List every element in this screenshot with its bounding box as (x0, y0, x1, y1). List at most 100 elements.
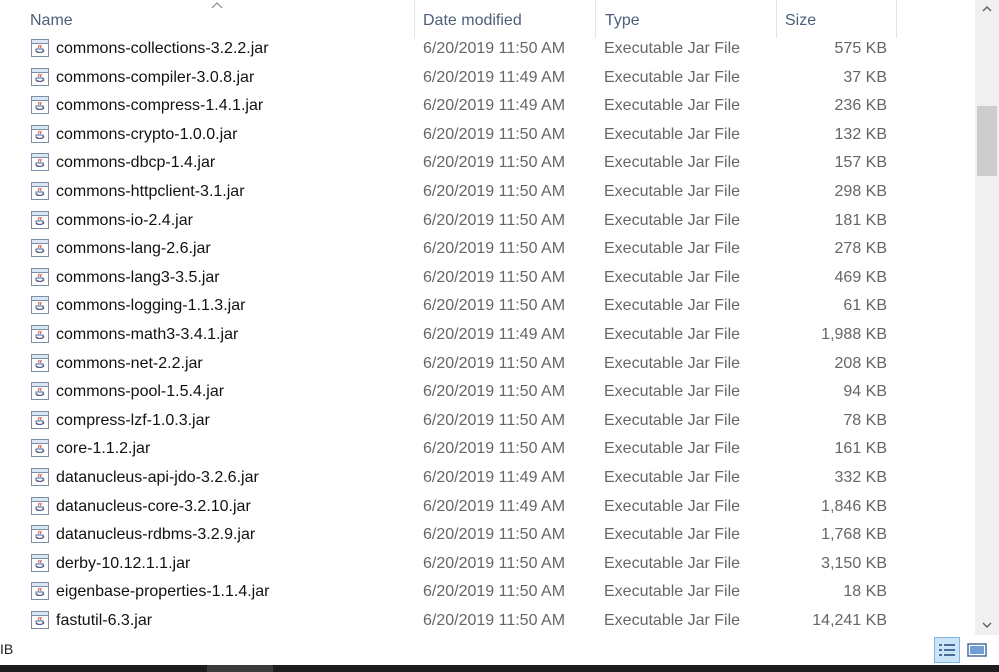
file-type: Executable Jar File (604, 240, 741, 258)
file-type: Executable Jar File (604, 583, 741, 601)
java-jar-icon (31, 439, 49, 458)
file-date-modified: 6/20/2019 11:50 AM (423, 583, 566, 601)
file-row[interactable]: commons-lang3-3.5.jar 6/20/2019 11:50 AM E… (0, 264, 975, 293)
column-date-modified[interactable]: Date modified (423, 0, 595, 38)
java-jar-icon (31, 153, 49, 172)
file-date-modified: 6/20/2019 11:50 AM (423, 240, 566, 258)
file-row[interactable]: commons-lang-2.6.jar 6/20/2019 11:50 AM Ex… (0, 235, 975, 264)
file-date-modified: 6/20/2019 11:49 AM (423, 68, 566, 86)
scroll-down-icon[interactable] (975, 616, 999, 634)
java-jar-icon (31, 382, 49, 401)
java-jar-icon (31, 496, 49, 515)
file-row[interactable]: fastutil-6.3.jar 6/20/2019 11:50 AM Execut… (0, 607, 975, 635)
details-view-icon (939, 644, 955, 656)
column-divider[interactable] (595, 0, 596, 38)
java-jar-icon (31, 182, 49, 200)
file-row[interactable]: commons-dbcp-1.4.jar 6/20/2019 11:50 AM Ex… (0, 149, 975, 178)
file-size: 298 KB (834, 183, 887, 200)
file-row[interactable]: commons-httpclient-3.1.jar 6/20/2019 11:5… (0, 178, 975, 207)
file-name: datanucleus-api-jdo-3.2.6.jar (56, 469, 259, 486)
column-divider[interactable] (414, 0, 415, 38)
file-row[interactable]: commons-collections-3.2.2.jar 6/20/2019 1… (0, 35, 975, 64)
file-name: commons-compiler-3.0.8.jar (56, 68, 255, 86)
java-jar-icon (31, 39, 49, 57)
file-size: 575 KB (834, 40, 887, 57)
file-row[interactable]: commons-io-2.4.jar 6/20/2019 11:50 AM Exec… (0, 207, 975, 236)
details-view-button[interactable] (934, 637, 960, 663)
file-type: Executable Jar File (604, 469, 741, 486)
column-size[interactable]: Size (785, 0, 895, 38)
file-row[interactable]: datanucleus-core-3.2.10.jar 6/20/2019 11:… (0, 493, 975, 522)
file-date-modified: 6/20/2019 11:49 AM (423, 497, 566, 515)
file-date-modified: 6/20/2019 11:49 AM (423, 97, 566, 115)
scroll-up-icon[interactable] (975, 0, 999, 18)
java-jar-icon (31, 325, 49, 343)
file-row[interactable]: commons-math3-3.4.1.jar 6/20/2019 11:49 A… (0, 321, 975, 350)
status-bar: IB (0, 635, 999, 665)
status-text: IB (0, 641, 14, 657)
file-size: 1,768 KB (821, 526, 887, 544)
file-date-modified: 6/20/2019 11:50 AM (423, 154, 566, 172)
file-row[interactable]: derby-10.12.1.1.jar 6/20/2019 11:50 AM Exe… (0, 550, 975, 579)
file-size: 18 KB (843, 583, 887, 601)
vertical-scrollbar[interactable] (975, 0, 999, 635)
file-row[interactable]: commons-pool-1.5.4.jar 6/20/2019 11:50 AM… (0, 378, 975, 407)
file-type: Executable Jar File (604, 125, 741, 143)
large-icons-view-button[interactable] (964, 637, 990, 663)
java-jar-icon (31, 525, 49, 544)
file-row[interactable]: commons-compress-1.4.1.jar 6/20/2019 11:4… (0, 92, 975, 121)
file-type: Executable Jar File (604, 354, 741, 372)
file-size: 78 KB (843, 411, 887, 429)
file-row[interactable]: commons-crypto-1.0.0.jar 6/20/2019 11:50 … (0, 121, 975, 150)
column-name[interactable]: Name (30, 0, 414, 38)
file-name: commons-pool-1.5.4.jar (56, 383, 225, 401)
file-size: 3,150 KB (821, 554, 887, 572)
column-type[interactable]: Type (605, 0, 775, 38)
java-jar-icon (31, 124, 49, 143)
file-row[interactable]: core-1.1.2.jar 6/20/2019 11:50 AM Executab… (0, 435, 975, 464)
file-name: commons-crypto-1.0.0.jar (56, 125, 238, 143)
java-jar-icon (31, 210, 49, 229)
file-size: 161 KB (834, 440, 887, 458)
column-divider[interactable] (776, 0, 777, 38)
file-size: 278 KB (834, 240, 887, 258)
file-size: 469 KB (834, 268, 887, 286)
java-jar-icon (31, 267, 49, 286)
file-name: commons-lang-2.6.jar (56, 240, 211, 258)
file-date-modified: 6/20/2019 11:50 AM (423, 526, 566, 544)
file-name: commons-compress-1.4.1.jar (56, 97, 264, 115)
file-name: derby-10.12.1.1.jar (56, 554, 191, 572)
file-type: Executable Jar File (604, 612, 741, 629)
file-size: 94 KB (843, 383, 887, 401)
java-jar-icon (31, 468, 49, 486)
file-row[interactable]: datanucleus-api-jdo-3.2.6.jar 6/20/2019 1… (0, 464, 975, 493)
file-size: 14,241 KB (812, 612, 887, 629)
scrollbar-thumb[interactable] (977, 106, 997, 176)
file-type: Executable Jar File (604, 40, 741, 57)
file-row[interactable]: datanucleus-rdbms-3.2.9.jar 6/20/2019 11:… (0, 521, 975, 550)
file-row[interactable]: eigenbase-properties-1.1.4.jar 6/20/2019 … (0, 578, 975, 607)
file-name: commons-collections-3.2.2.jar (56, 40, 269, 57)
file-type: Executable Jar File (604, 68, 741, 86)
file-type: Executable Jar File (604, 183, 741, 200)
file-name: commons-httpclient-3.1.jar (56, 183, 245, 200)
file-type: Executable Jar File (604, 411, 741, 429)
file-date-modified: 6/20/2019 11:50 AM (423, 211, 566, 229)
file-size: 157 KB (834, 154, 887, 172)
file-type: Executable Jar File (604, 297, 741, 315)
file-row[interactable]: commons-logging-1.1.3.jar 6/20/2019 11:50… (0, 292, 975, 321)
file-row[interactable]: compress-lzf-1.0.3.jar 6/20/2019 11:50 AM… (0, 407, 975, 436)
file-type: Executable Jar File (604, 497, 741, 515)
file-row[interactable]: commons-net-2.2.jar 6/20/2019 11:50 AM Exe… (0, 350, 975, 379)
taskbar-segment (207, 665, 273, 672)
large-icons-view-icon (967, 643, 987, 657)
file-row[interactable]: commons-compiler-3.0.8.jar 6/20/2019 11:4… (0, 64, 975, 93)
file-type: Executable Jar File (604, 440, 741, 458)
file-name: commons-math3-3.4.1.jar (56, 326, 239, 343)
file-date-modified: 6/20/2019 11:50 AM (423, 40, 566, 57)
file-date-modified: 6/20/2019 11:50 AM (423, 268, 566, 286)
column-divider[interactable] (896, 0, 897, 38)
java-jar-icon (31, 96, 49, 115)
file-size: 132 KB (834, 125, 887, 143)
file-type: Executable Jar File (604, 97, 741, 115)
